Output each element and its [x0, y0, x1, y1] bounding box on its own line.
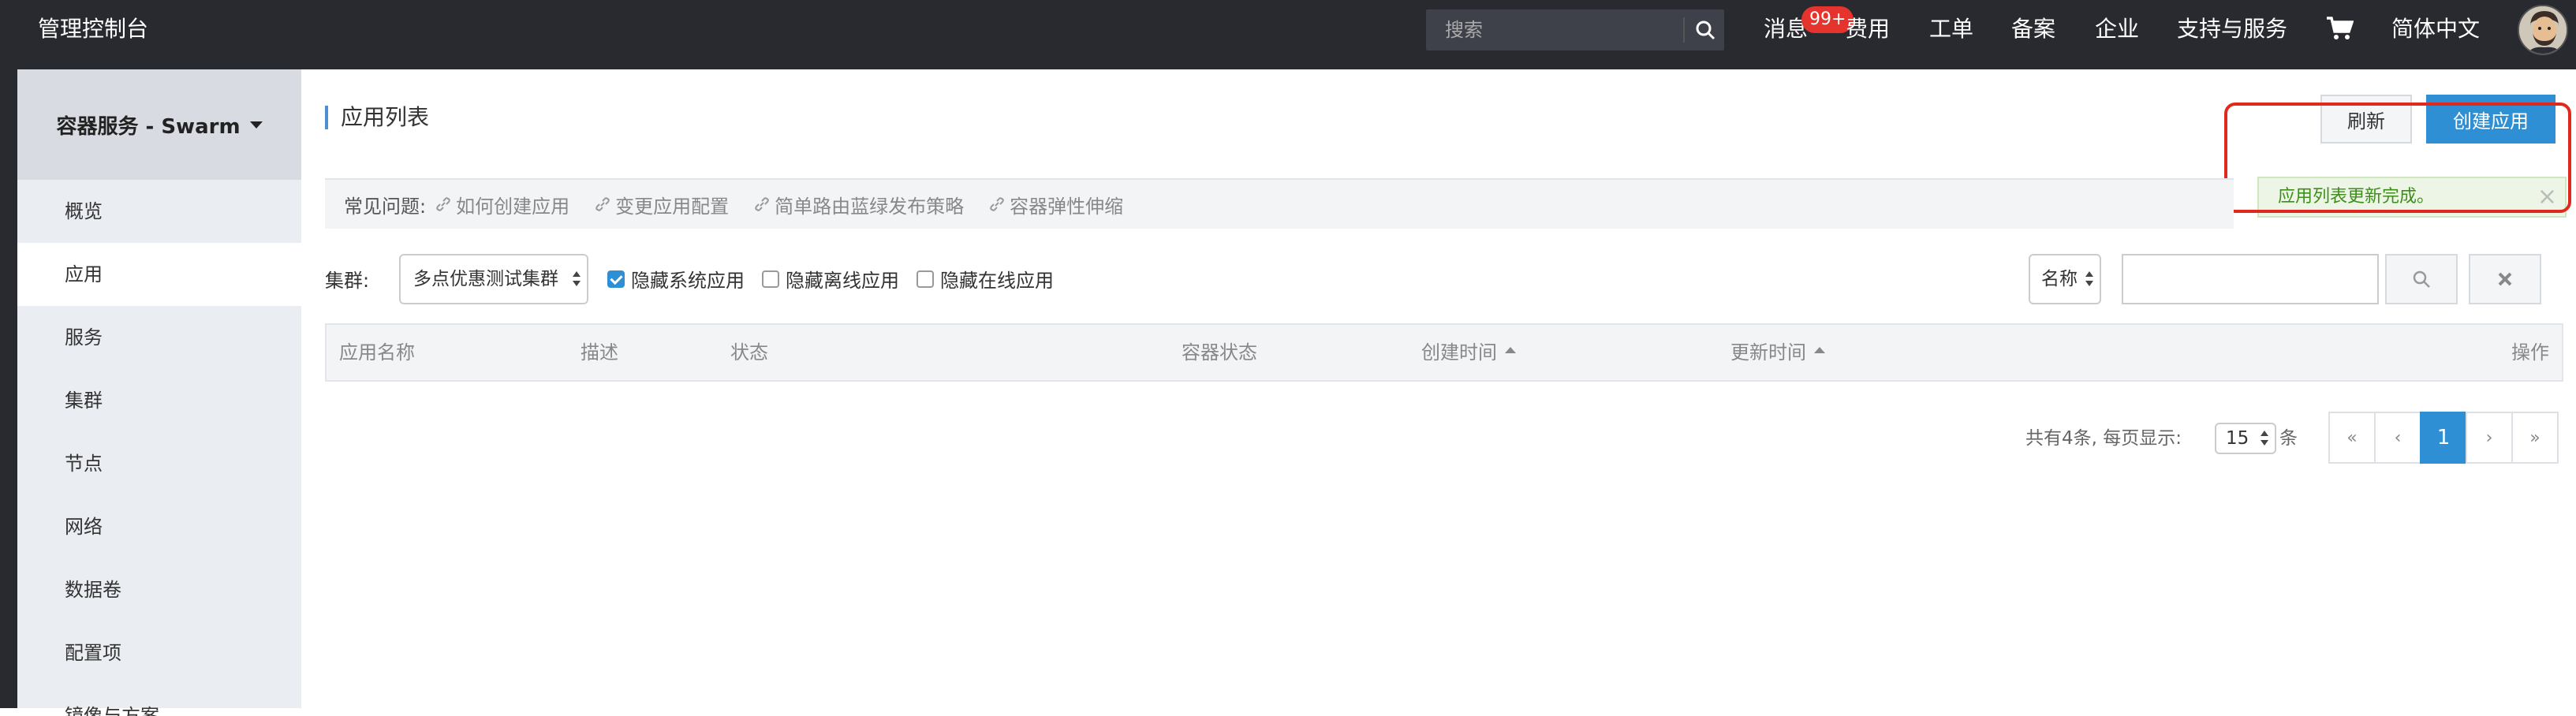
prev-page-button[interactable]: ‹: [2374, 412, 2421, 464]
faq-link[interactable]: 简单路由蓝绿发布策略: [754, 191, 964, 218]
select-arrows-icon: [573, 271, 581, 289]
sidebar-item-configs[interactable]: 配置项: [17, 621, 301, 684]
main-content: 应用列表 刷新 创建应用 应用列表更新完成。 × 常见问题: 如何创建应用 变更…: [301, 69, 2576, 708]
nav-support[interactable]: 支持与服务: [2177, 0, 2287, 58]
faq-link-label: 简单路由蓝绿发布策略: [775, 195, 965, 218]
top-nav-bar: 管理控制台 消息 99+ 费用 工单 备案 企业 支持与服务 简体中文: [0, 0, 2576, 69]
col-actions: 操作: [2511, 341, 2549, 364]
product-title: 容器服务 - Swarm: [56, 114, 241, 139]
hide-online-apps-checkbox[interactable]: 隐藏在线应用: [917, 265, 1054, 293]
faq-link[interactable]: 如何创建应用: [435, 191, 569, 218]
faq-link-label: 变更应用配置: [615, 195, 730, 218]
first-page-button[interactable]: «: [2328, 412, 2376, 464]
link-icon: [436, 197, 450, 211]
success-toast: 应用列表更新完成。 ×: [2257, 177, 2567, 218]
link-icon: [755, 197, 769, 211]
sidebar-item-nodes[interactable]: 节点: [17, 432, 301, 495]
search-field-value: 名称: [2041, 269, 2078, 289]
name-search-input[interactable]: [2122, 254, 2379, 304]
user-avatar[interactable]: [2518, 5, 2568, 55]
sort-asc-icon: [1505, 347, 1516, 353]
sidebar-item-services[interactable]: 服务: [17, 306, 301, 369]
col-updated-time-label: 更新时间: [1730, 341, 1806, 364]
cluster-value: 多点优惠测试集群: [413, 269, 558, 289]
sidebar-item-overview[interactable]: 概览: [17, 180, 301, 243]
col-created-time-label: 创建时间: [1421, 341, 1497, 364]
search-button[interactable]: [1686, 9, 1724, 50]
toast-message: 应用列表更新完成。: [2278, 187, 2435, 207]
page-1-button[interactable]: 1: [2420, 412, 2467, 464]
nav-enterprise[interactable]: 企业: [2095, 0, 2139, 58]
nav-billing[interactable]: 费用: [1846, 0, 1890, 58]
checkbox-label: 隐藏离线应用: [786, 270, 899, 292]
total-count-text: 共有4条, 每页显示:: [2025, 428, 2182, 449]
search-icon: [1696, 21, 1715, 40]
nav-tickets[interactable]: 工单: [1929, 0, 1973, 58]
last-page-button[interactable]: »: [2511, 412, 2559, 464]
sidebar-item-clusters[interactable]: 集群: [17, 369, 301, 432]
create-app-button[interactable]: 创建应用: [2426, 95, 2555, 144]
avatar-icon: [2519, 6, 2567, 54]
search-divider: [1683, 17, 1685, 43]
nav-filing[interactable]: 备案: [2011, 0, 2055, 58]
checkbox-checked[interactable]: [607, 270, 625, 288]
page-size-unit: 条: [2279, 428, 2298, 449]
shopping-cart-icon[interactable]: [2325, 16, 2354, 41]
link-icon: [990, 197, 1004, 211]
search-icon: [2413, 270, 2430, 288]
global-search: [1426, 9, 1724, 50]
checkbox-label: 隐藏在线应用: [940, 270, 1054, 292]
col-app-name: 应用名称: [339, 341, 415, 364]
search-input[interactable]: [1426, 9, 1683, 50]
next-page-button[interactable]: ›: [2466, 412, 2513, 464]
clear-filter-button[interactable]: [2469, 254, 2541, 304]
pagination: « ‹ 1 › »: [2328, 412, 2559, 464]
col-container-status: 容器状态: [1182, 341, 1257, 364]
checkbox-unchecked[interactable]: [762, 270, 779, 288]
page-size-select[interactable]: 15: [2215, 423, 2276, 454]
product-switcher[interactable]: 容器服务 - Swarm: [17, 69, 301, 180]
checkbox-label: 隐藏系统应用: [631, 270, 745, 292]
hide-offline-apps-checkbox[interactable]: 隐藏离线应用: [762, 265, 899, 293]
sidebar: 容器服务 - Swarm 概览 应用 服务 集群 节点 网络 数据卷 配置项 镜…: [17, 69, 301, 716]
link-icon: [595, 197, 610, 211]
faq-link[interactable]: 容器弹性伸缩: [989, 191, 1123, 218]
refresh-button[interactable]: 刷新: [2320, 95, 2412, 144]
search-field-select[interactable]: 名称: [2029, 254, 2101, 304]
sidebar-rail: [0, 69, 17, 708]
app-table-header: 应用名称 描述 状态 容器状态 创建时间 更新时间 操作: [325, 323, 2563, 382]
faq-label: 常见问题:: [344, 195, 427, 218]
sidebar-item-networks[interactable]: 网络: [17, 495, 301, 558]
sidebar-item-volumes[interactable]: 数据卷: [17, 558, 301, 621]
select-arrows-icon: [2261, 431, 2268, 448]
select-arrows-icon: [2085, 271, 2093, 289]
close-icon[interactable]: ×: [2537, 178, 2557, 216]
close-icon: [2498, 272, 2512, 286]
nav-language[interactable]: 简体中文: [2391, 0, 2480, 58]
faq-link-label: 容器弹性伸缩: [1010, 195, 1124, 218]
hide-system-apps-checkbox[interactable]: 隐藏系统应用: [607, 265, 745, 293]
sidebar-item-applications[interactable]: 应用: [17, 243, 301, 306]
col-description: 描述: [581, 341, 618, 364]
console-brand[interactable]: 管理控制台: [38, 0, 148, 58]
faq-link[interactable]: 变更应用配置: [595, 191, 729, 218]
sort-asc-icon: [1814, 347, 1825, 353]
checkbox-unchecked[interactable]: [917, 270, 934, 288]
cluster-label: 集群:: [325, 270, 370, 292]
sidebar-item-images[interactable]: 镜像与方案: [17, 684, 301, 716]
faq-link-label: 如何创建应用: [456, 195, 570, 218]
caret-down-icon: [249, 121, 263, 129]
page-size-value: 15: [2226, 428, 2249, 449]
cluster-select[interactable]: 多点优惠测试集群: [399, 254, 588, 304]
col-updated-time[interactable]: 更新时间: [1730, 325, 1825, 380]
filter-search-button[interactable]: [2385, 254, 2458, 304]
nav-messages[interactable]: 消息: [1764, 0, 1808, 58]
col-status: 状态: [730, 341, 768, 364]
faq-bar: 常见问题: 如何创建应用 变更应用配置 简单路由蓝绿发布策略 容器弹性伸缩: [325, 178, 2234, 229]
col-created-time[interactable]: 创建时间: [1421, 325, 1516, 380]
page-title: 应用列表: [325, 106, 429, 129]
